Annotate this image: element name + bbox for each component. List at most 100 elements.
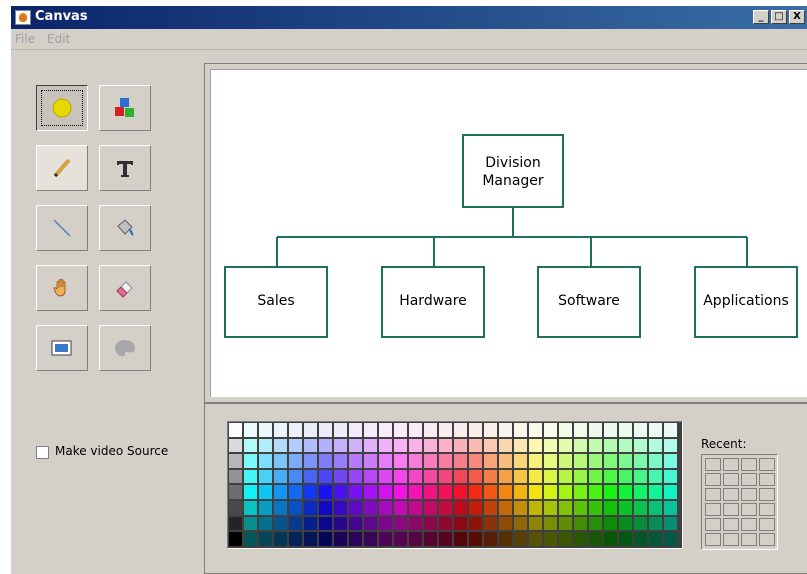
color-swatch[interactable] <box>289 469 302 484</box>
color-swatch[interactable] <box>274 485 287 499</box>
color-swatch[interactable] <box>649 469 662 484</box>
color-swatch[interactable] <box>244 423 257 437</box>
color-swatch[interactable] <box>289 454 302 468</box>
color-swatch[interactable] <box>364 423 377 437</box>
color-swatch[interactable] <box>244 485 257 499</box>
color-swatch[interactable] <box>664 532 677 546</box>
color-swatch[interactable] <box>529 438 542 453</box>
recent-color-slot[interactable] <box>723 503 739 516</box>
color-swatch[interactable] <box>274 469 287 484</box>
color-swatch[interactable] <box>574 423 587 437</box>
color-swatch[interactable] <box>559 423 572 437</box>
color-swatch[interactable] <box>619 532 632 546</box>
color-swatch[interactable] <box>484 423 497 437</box>
maximize-button[interactable]: □ <box>771 10 787 24</box>
color-swatch[interactable] <box>649 532 662 546</box>
color-swatch[interactable] <box>454 501 467 515</box>
color-swatch[interactable] <box>319 516 332 531</box>
color-swatch[interactable] <box>619 438 632 453</box>
color-swatch[interactable] <box>454 469 467 484</box>
color-swatch[interactable] <box>259 516 272 531</box>
color-swatch[interactable] <box>289 423 302 437</box>
recent-color-slot[interactable] <box>759 458 775 471</box>
color-swatch[interactable] <box>349 516 362 531</box>
color-swatch[interactable] <box>469 454 482 468</box>
color-swatch[interactable] <box>289 501 302 515</box>
color-swatch[interactable] <box>364 532 377 546</box>
color-swatch[interactable] <box>454 516 467 531</box>
color-swatch[interactable] <box>394 423 407 437</box>
color-swatch[interactable] <box>634 532 647 546</box>
color-swatch[interactable] <box>439 454 452 468</box>
color-swatch[interactable] <box>604 516 617 531</box>
color-swatch[interactable] <box>484 516 497 531</box>
color-swatch[interactable] <box>319 485 332 499</box>
color-swatch[interactable] <box>334 532 347 546</box>
video-source-checkbox[interactable] <box>36 446 49 459</box>
recent-color-slot[interactable] <box>759 533 775 546</box>
color-swatch[interactable] <box>514 501 527 515</box>
color-swatch[interactable] <box>589 485 602 499</box>
menu-file[interactable]: File <box>15 32 35 46</box>
color-swatch[interactable] <box>304 438 317 453</box>
color-swatch[interactable] <box>499 532 512 546</box>
color-swatch[interactable] <box>499 469 512 484</box>
color-swatch[interactable] <box>529 532 542 546</box>
color-swatch[interactable] <box>439 423 452 437</box>
color-swatch[interactable] <box>619 454 632 468</box>
color-swatch[interactable] <box>319 501 332 515</box>
color-swatch[interactable] <box>229 438 242 453</box>
color-swatch[interactable] <box>424 532 437 546</box>
color-swatch[interactable] <box>529 501 542 515</box>
color-swatch[interactable] <box>649 516 662 531</box>
color-swatch[interactable] <box>574 469 587 484</box>
color-swatch[interactable] <box>334 454 347 468</box>
color-swatch[interactable] <box>379 532 392 546</box>
color-swatch[interactable] <box>274 438 287 453</box>
color-swatch[interactable] <box>304 532 317 546</box>
menu-edit[interactable]: Edit <box>47 32 70 46</box>
color-swatch[interactable] <box>484 454 497 468</box>
color-swatch[interactable] <box>649 485 662 499</box>
color-swatch[interactable] <box>364 454 377 468</box>
color-swatch[interactable] <box>394 501 407 515</box>
color-swatch[interactable] <box>259 469 272 484</box>
recent-color-slot[interactable] <box>759 473 775 486</box>
color-swatch[interactable] <box>634 469 647 484</box>
color-swatch[interactable] <box>559 438 572 453</box>
color-swatch[interactable] <box>499 501 512 515</box>
color-swatch[interactable] <box>304 516 317 531</box>
recent-color-slot[interactable] <box>759 503 775 516</box>
color-swatch[interactable] <box>274 423 287 437</box>
color-swatch[interactable] <box>244 501 257 515</box>
color-swatch[interactable] <box>559 532 572 546</box>
color-swatch[interactable] <box>379 485 392 499</box>
color-swatch[interactable] <box>469 532 482 546</box>
color-swatch[interactable] <box>544 469 557 484</box>
color-swatch[interactable] <box>304 469 317 484</box>
color-swatch[interactable] <box>379 501 392 515</box>
palette-tool-button[interactable] <box>99 325 151 371</box>
color-swatch[interactable] <box>364 516 377 531</box>
color-swatch[interactable] <box>304 501 317 515</box>
color-swatch[interactable] <box>634 485 647 499</box>
color-swatch[interactable] <box>664 469 677 484</box>
color-swatch[interactable] <box>604 485 617 499</box>
color-swatch[interactable] <box>619 485 632 499</box>
recent-color-slot[interactable] <box>741 533 757 546</box>
recent-color-slot[interactable] <box>723 473 739 486</box>
color-swatch[interactable] <box>559 516 572 531</box>
color-swatch[interactable] <box>514 516 527 531</box>
color-swatch[interactable] <box>574 532 587 546</box>
color-swatch[interactable] <box>604 501 617 515</box>
color-swatch[interactable] <box>484 469 497 484</box>
color-swatch[interactable] <box>229 516 242 531</box>
color-swatch[interactable] <box>469 516 482 531</box>
color-swatch[interactable] <box>304 454 317 468</box>
color-swatch[interactable] <box>349 469 362 484</box>
color-swatch[interactable] <box>499 454 512 468</box>
color-swatch[interactable] <box>394 469 407 484</box>
color-swatch[interactable] <box>664 501 677 515</box>
color-swatch[interactable] <box>334 485 347 499</box>
color-swatch[interactable] <box>439 485 452 499</box>
